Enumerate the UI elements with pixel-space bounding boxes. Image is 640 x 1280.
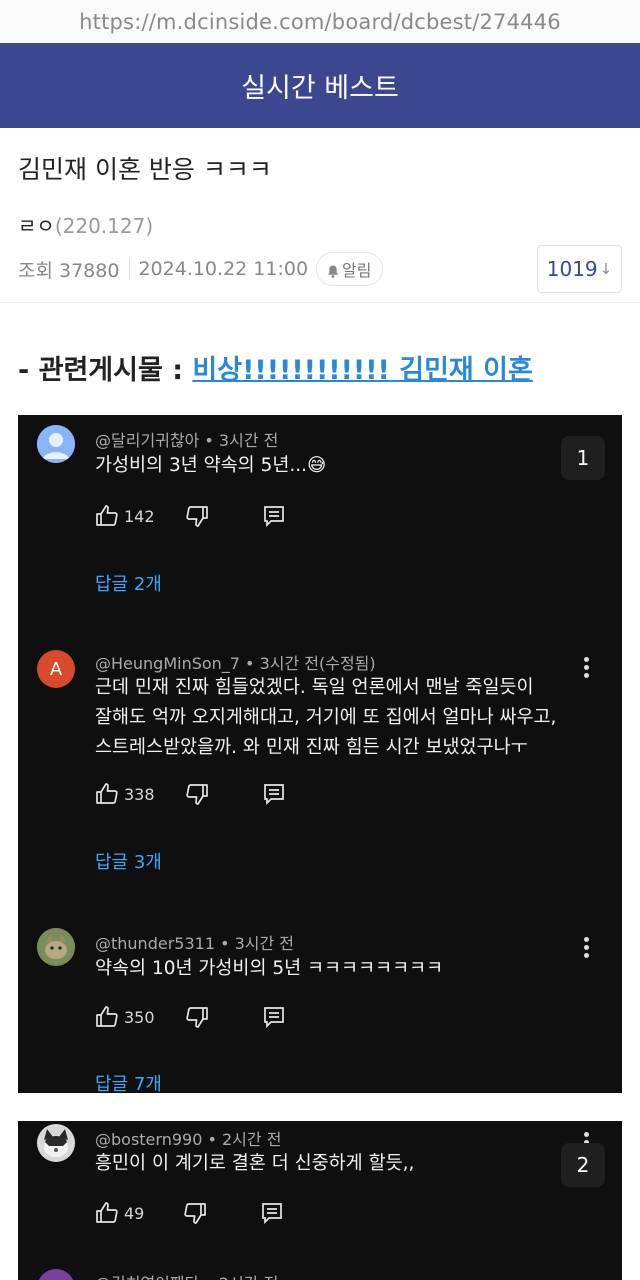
author-nickname: ㄹㅇ — [18, 214, 55, 238]
recommend-count: 1019 — [546, 257, 598, 281]
comment-actions: 350 — [95, 1003, 285, 1031]
like-count: 338 — [124, 784, 155, 804]
like-icon[interactable] — [95, 782, 119, 806]
like-count: 350 — [124, 1007, 155, 1027]
alarm-button[interactable]: 알림 — [316, 252, 383, 286]
url-text: https://m.dcinside.com/board/dcbest/2744… — [79, 9, 561, 34]
comment-handle[interactable]: @김치연이팬다 • 2시간 전 — [95, 1270, 278, 1280]
animal-avatar-icon — [37, 1124, 75, 1162]
more-options-icon[interactable] — [584, 937, 590, 961]
comments-screenshot-2: @bostern990 • 2시간 전 2 흥민이 이 계기로 결혼 더 신중하… — [18, 1121, 622, 1280]
avatar[interactable] — [37, 425, 75, 463]
author-ip: (220.127) — [54, 214, 154, 238]
meta-divider — [129, 258, 131, 280]
comment-handle[interactable]: @HeungMinSon_7 • 3시간 전(수정됨) — [95, 650, 376, 674]
avatar-letter: A — [49, 658, 63, 680]
dislike-icon[interactable] — [183, 1201, 207, 1225]
comment-number-badge: 1 — [561, 436, 605, 480]
address-bar[interactable]: https://m.dcinside.com/board/dcbest/2744… — [0, 0, 640, 43]
comment-number-badge: 2 — [561, 1143, 605, 1187]
like-count: 142 — [124, 506, 155, 526]
recommend-button[interactable]: 1019 ↓ — [537, 245, 622, 293]
reply-icon[interactable] — [263, 783, 285, 805]
view-replies-link[interactable]: 답글 3개 — [95, 848, 162, 874]
post-meta: 조회 37880 2024.10.22 11:00 알림 — [18, 252, 383, 286]
more-options-icon[interactable] — [584, 657, 590, 681]
post-author[interactable]: ㄹㅇ(220.127) — [18, 210, 153, 239]
like-icon[interactable] — [95, 504, 119, 528]
like-icon[interactable] — [95, 1005, 119, 1029]
post-date: 2024.10.22 11:00 — [138, 258, 309, 280]
board-title: 실시간 베스트 — [241, 73, 399, 104]
related-post-line: - 관련게시물 : 비상!!!!!!!!!!!! 김민재 이혼 — [18, 348, 533, 387]
comment-handle[interactable]: @thunder5311 • 3시간 전 — [95, 930, 294, 954]
reply-icon[interactable] — [263, 1006, 285, 1028]
avatar[interactable] — [37, 928, 75, 966]
bell-icon — [327, 263, 339, 278]
reply-icon[interactable] — [261, 1202, 283, 1224]
related-prefix: - 관련게시물 : — [18, 355, 193, 386]
reply-icon[interactable] — [263, 505, 285, 527]
board-header[interactable]: 실시간 베스트 — [0, 43, 640, 128]
dislike-icon[interactable] — [185, 782, 209, 806]
default-avatar-icon — [37, 425, 75, 463]
view-replies-link[interactable]: 답글 7개 — [95, 1070, 162, 1093]
like-count: 49 — [124, 1203, 145, 1223]
comment-actions: 49 — [95, 1199, 283, 1227]
avatar[interactable] — [37, 1124, 75, 1162]
comment-text: 약속의 10년 가성비의 5년 ㅋㅋㅋㅋㅋㅋㅋㅋ — [95, 958, 444, 979]
comment-handle[interactable]: @bostern990 • 2시간 전 — [95, 1126, 281, 1150]
dislike-icon[interactable] — [185, 504, 209, 528]
comment-actions: 338 — [95, 780, 285, 808]
animal-avatar-icon — [37, 928, 75, 966]
divider — [0, 302, 640, 303]
comment-text: 근데 민재 진짜 힘들었겠다. 독일 언론에서 맨날 죽일듯이 잘해도 억까 오… — [95, 677, 557, 758]
comments-screenshot-1: @달리기귀찮아 • 3시간 전 가성비의 3년 약속의 5년...😅 1 142… — [18, 415, 622, 1093]
dislike-icon[interactable] — [185, 1005, 209, 1029]
comment-handle[interactable]: @달리기귀찮아 • 3시간 전 — [95, 427, 278, 451]
comment-text: 흥민이 이 계기로 결혼 더 신중하게 할듯,, — [95, 1153, 415, 1174]
comment-text: 가성비의 3년 약속의 5년...😅 — [95, 455, 327, 476]
related-post-link[interactable]: 비상!!!!!!!!!!!! 김민재 이혼 — [192, 355, 532, 386]
like-icon[interactable] — [95, 1201, 119, 1225]
avatar[interactable]: A — [37, 650, 75, 688]
down-arrow-icon: ↓ — [599, 260, 613, 278]
view-replies-link[interactable]: 답글 2개 — [95, 570, 162, 596]
view-count: 조회 37880 — [18, 259, 120, 282]
comment-actions: 142 — [95, 502, 285, 530]
post-title: 김민재 이혼 반응 ㅋㅋㅋ — [18, 155, 272, 184]
alarm-label: 알림 — [342, 261, 372, 280]
avatar[interactable] — [37, 1269, 75, 1280]
